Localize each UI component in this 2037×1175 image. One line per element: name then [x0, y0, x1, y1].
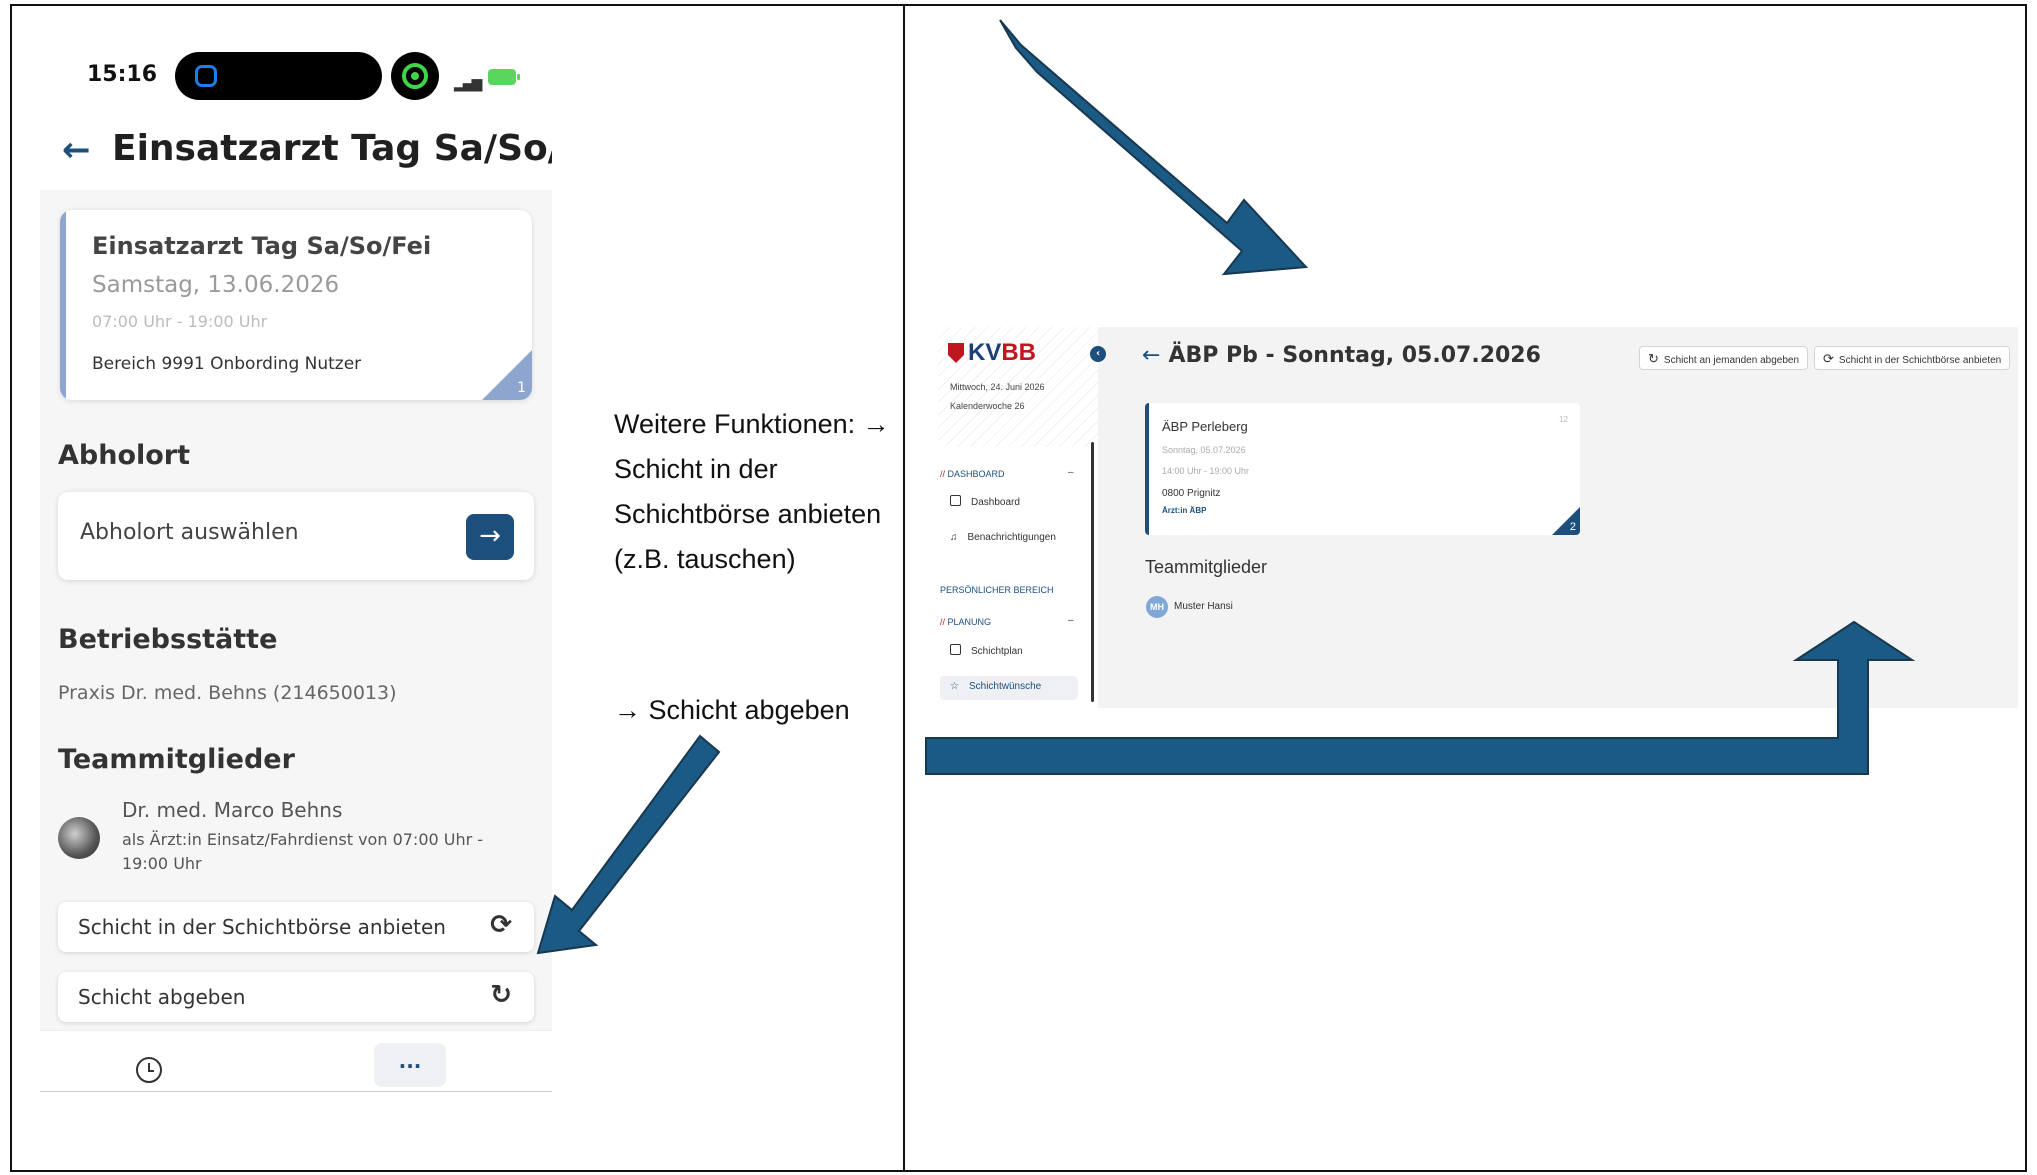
arrows-overlay	[536, 19, 1916, 955]
diagonal-arrow-down-right	[999, 19, 1309, 276]
annotation-arrow-to-phone	[536, 734, 721, 955]
bent-arrow-up	[925, 620, 1916, 775]
